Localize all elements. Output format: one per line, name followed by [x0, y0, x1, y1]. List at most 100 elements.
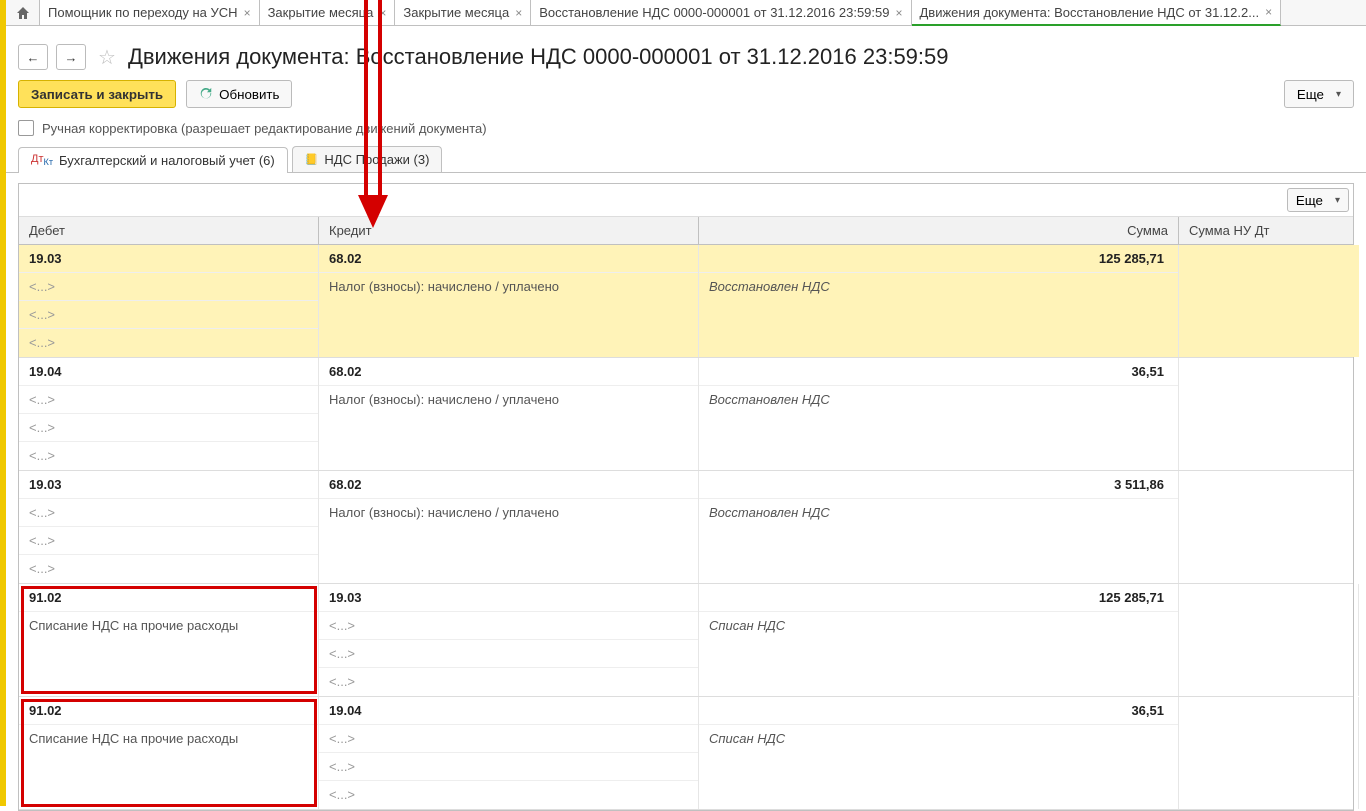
subtab-label: НДС Продажи (3): [324, 152, 429, 167]
checkbox-label: Ручная корректировка (разрешает редактир…: [42, 121, 487, 136]
arrow-left-icon: ←: [27, 50, 40, 65]
window-tabbar: Помощник по переходу на УСН × Закрытие ме…: [6, 0, 1366, 26]
subtab-label: Бухгалтерский и налоговый учет (6): [59, 153, 275, 168]
operation-title: Списан НДС: [699, 612, 1178, 640]
tab-label: Закрытие месяца: [268, 5, 374, 20]
header: ← → ☆ Движения документа: Восстановление…: [6, 26, 1366, 80]
debit-desc: Списание НДС на прочие расходы: [19, 612, 318, 640]
operation-title: Списан НДС: [699, 725, 1178, 753]
placeholder: <...>: [319, 753, 698, 781]
save-and-close-button[interactable]: Записать и закрыть: [18, 80, 176, 108]
favorite-icon[interactable]: ☆: [98, 45, 116, 70]
more-button[interactable]: Еще: [1284, 80, 1354, 108]
debit-account: 19.04: [19, 358, 318, 386]
accounting-row[interactable]: 91.02Списание НДС на прочие расходы19.04…: [19, 697, 1353, 810]
sum-nu-cell: [1179, 584, 1358, 612]
debit-account: 19.03: [19, 245, 318, 273]
close-icon[interactable]: ×: [515, 6, 522, 20]
button-label: Еще: [1297, 87, 1324, 102]
credit-desc: Налог (взносы): начислено / уплачено: [319, 386, 698, 414]
close-icon[interactable]: ×: [244, 6, 251, 20]
tab-label: Восстановление НДС 0000-000001 от 31.12.…: [539, 5, 889, 20]
placeholder: <...>: [19, 555, 318, 583]
placeholder: <...>: [319, 781, 698, 809]
col-debit[interactable]: Дебет: [19, 217, 319, 244]
sum-nu-cell: [1179, 697, 1358, 725]
operation-title: Восстановлен НДС: [699, 273, 1178, 301]
close-icon[interactable]: ×: [1265, 5, 1272, 19]
accounting-row[interactable]: 91.02Списание НДС на прочие расходы19.03…: [19, 584, 1353, 697]
subtab-vat-sales[interactable]: 📒 НДС Продажи (3): [292, 146, 443, 172]
button-label: Записать и закрыть: [31, 87, 163, 102]
grid-toolbar: Еще: [19, 184, 1353, 217]
accounting-row[interactable]: 19.04<...><...><...>68.02Налог (взносы):…: [19, 358, 1353, 471]
manual-correction-row: Ручная корректировка (разрешает редактир…: [6, 114, 1366, 142]
placeholder: <...>: [319, 612, 698, 640]
placeholder: <...>: [319, 725, 698, 753]
manual-correction-checkbox[interactable]: [18, 120, 34, 136]
credit-account: 68.02: [319, 471, 698, 499]
placeholder: <...>: [19, 329, 318, 357]
amount: 125 285,71: [699, 584, 1178, 612]
register-icon: 📒: [305, 153, 319, 166]
amount: 36,51: [699, 358, 1178, 386]
col-sum[interactable]: Сумма: [699, 217, 1179, 244]
refresh-icon: [199, 87, 213, 101]
accounting-row[interactable]: 19.03<...><...><...>68.02Налог (взносы):…: [19, 471, 1353, 584]
debit-account: 19.03: [19, 471, 318, 499]
subtab-accounting[interactable]: ДтКт Бухгалтерский и налоговый учет (6): [18, 147, 288, 173]
tab-2[interactable]: Закрытие месяца ×: [395, 0, 531, 25]
accounting-row[interactable]: 19.03<...><...><...>68.02Налог (взносы):…: [19, 245, 1353, 358]
amount: 125 285,71: [699, 245, 1178, 273]
credit-desc: Налог (взносы): начислено / уплачено: [319, 499, 698, 527]
button-label: Обновить: [219, 87, 279, 102]
credit-account: 68.02: [319, 358, 698, 386]
credit-account: 19.04: [319, 697, 698, 725]
credit-account: 19.03: [319, 584, 698, 612]
subtabs: ДтКт Бухгалтерский и налоговый учет (6) …: [6, 146, 1366, 173]
placeholder: <...>: [319, 640, 698, 668]
toolbar: Записать и закрыть Обновить Еще: [6, 80, 1366, 114]
placeholder: <...>: [19, 414, 318, 442]
grid-more-button[interactable]: Еще: [1287, 188, 1349, 212]
sum-nu-cell: [1179, 471, 1359, 499]
amount: 3 511,86: [699, 471, 1178, 499]
debit-account: 91.02: [19, 584, 318, 612]
placeholder: <...>: [319, 668, 698, 696]
amount: 36,51: [699, 697, 1178, 725]
grid-header: Дебет Кредит Сумма Сумма НУ Дт: [19, 217, 1353, 245]
sum-nu-cell: [1179, 358, 1359, 386]
credit-account: 68.02: [319, 245, 698, 273]
close-icon[interactable]: ×: [895, 6, 902, 20]
sum-nu-cell: [1179, 245, 1359, 273]
placeholder: <...>: [19, 527, 318, 555]
placeholder: <...>: [19, 499, 318, 527]
tab-label: Помощник по переходу на УСН: [48, 5, 238, 20]
operation-title: Восстановлен НДС: [699, 499, 1178, 527]
page-title: Движения документа: Восстановление НДС 0…: [128, 44, 949, 70]
nav-back-button[interactable]: ←: [18, 44, 48, 70]
debit-desc: Списание НДС на прочие расходы: [19, 725, 318, 753]
close-icon[interactable]: ×: [379, 6, 386, 20]
debit-credit-icon: ДтКт: [31, 153, 53, 167]
nav-forward-button[interactable]: →: [56, 44, 86, 70]
placeholder: <...>: [19, 301, 318, 329]
tab-label: Движения документа: Восстановление НДС о…: [920, 5, 1260, 20]
col-credit[interactable]: Кредит: [319, 217, 699, 244]
tab-1[interactable]: Закрытие месяца ×: [260, 0, 396, 25]
operation-title: Восстановлен НДС: [699, 386, 1178, 414]
tab-label: Закрытие месяца: [403, 5, 509, 20]
accounting-grid: Еще Дебет Кредит Сумма Сумма НУ Дт 19.03…: [18, 183, 1354, 811]
placeholder: <...>: [19, 273, 318, 301]
tab-0[interactable]: Помощник по переходу на УСН ×: [40, 0, 260, 25]
tab-3[interactable]: Восстановление НДС 0000-000001 от 31.12.…: [531, 0, 911, 25]
debit-account: 91.02: [19, 697, 318, 725]
home-tab[interactable]: [6, 0, 40, 25]
tab-4[interactable]: Движения документа: Восстановление НДС о…: [912, 0, 1282, 26]
button-label: Еще: [1296, 193, 1323, 208]
placeholder: <...>: [19, 442, 318, 470]
arrow-right-icon: →: [65, 50, 78, 65]
placeholder: <...>: [19, 386, 318, 414]
col-sum-nu[interactable]: Сумма НУ Дт: [1179, 217, 1359, 244]
refresh-button[interactable]: Обновить: [186, 80, 292, 108]
